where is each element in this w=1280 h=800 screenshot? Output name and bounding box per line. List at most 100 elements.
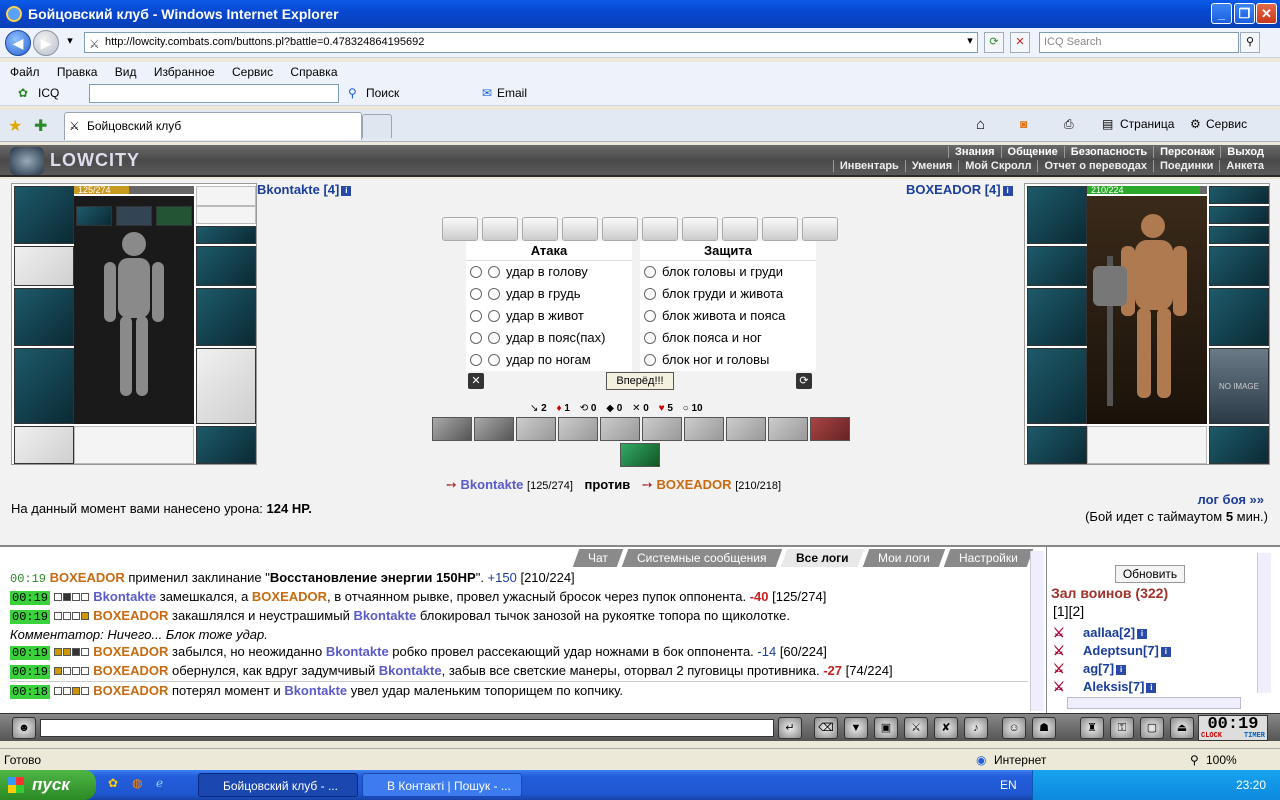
add-favorite-icon[interactable]: ✚ <box>34 116 47 136</box>
bracers-slot[interactable] <box>14 246 74 286</box>
sound-icon[interactable]: ♪ <box>964 717 988 739</box>
enemy-scroll-slots[interactable] <box>1087 426 1207 464</box>
filter-icon[interactable]: ▼ <box>844 717 868 739</box>
search-button[interactable]: Поиск <box>366 86 399 100</box>
right-info-icon[interactable]: i <box>1002 186 1013 196</box>
forward-attack-button[interactable]: Вперёд!!! <box>606 372 674 390</box>
defense-radio-3[interactable] <box>644 310 656 322</box>
stop-icon[interactable]: ✕ <box>1010 32 1030 53</box>
ie-quick-icon[interactable]: ℯ <box>156 776 163 790</box>
amulet-slot[interactable] <box>196 206 256 224</box>
keys-icon[interactable]: ⚿ <box>1110 717 1134 739</box>
attack-player-icon[interactable]: ⚔ <box>1053 643 1075 658</box>
skill-8[interactable] <box>726 417 766 441</box>
icq-search-field[interactable] <box>89 84 339 103</box>
task-ie[interactable]: Бойцовский клуб - ... <box>198 773 358 797</box>
mask-icon[interactable]: ☗ <box>1032 717 1056 739</box>
scroll-slot-1[interactable] <box>442 217 478 241</box>
pants-slot[interactable] <box>196 348 256 424</box>
scroll-slot-9[interactable] <box>762 217 798 241</box>
close-window-button[interactable]: ✕ <box>1256 3 1277 24</box>
nav-character[interactable]: Персонаж <box>1153 146 1221 158</box>
attack-belly-radio-1[interactable] <box>470 310 482 322</box>
helmet-slot[interactable] <box>14 186 74 244</box>
nav-communication[interactable]: Общение <box>1000 146 1064 158</box>
nav-security[interactable]: Безопасность <box>1063 146 1154 158</box>
weapon-slot[interactable] <box>14 288 74 346</box>
defense-radio-5[interactable] <box>644 354 656 366</box>
scroll-slot-7[interactable] <box>682 217 718 241</box>
player-item[interactable]: ⚔ aallaa[2] i <box>1053 625 1148 640</box>
boots-slot[interactable] <box>196 426 256 464</box>
rune-slot-3[interactable] <box>156 206 192 226</box>
player-item[interactable]: ⚔ Aleksis[7] i <box>1053 679 1157 694</box>
eraser-icon[interactable]: ⌫ <box>814 717 838 739</box>
menu-tools[interactable]: Сервис <box>232 65 273 79</box>
right-player-name[interactable]: BOXEADOR [4] i <box>906 182 1013 197</box>
vs-right-name[interactable]: BOXEADOR <box>656 477 731 492</box>
player-info-icon[interactable]: i <box>1146 683 1157 693</box>
refresh-players-button[interactable]: Обновить <box>1115 565 1185 583</box>
favorites-star-icon[interactable]: ★ <box>8 116 22 136</box>
back-button[interactable]: ◀ <box>5 30 31 56</box>
skill-11[interactable] <box>620 443 660 467</box>
game-logo[interactable]: LOWCITY <box>10 147 140 175</box>
rune-slot-1[interactable] <box>76 206 112 226</box>
skill-1[interactable] <box>432 417 472 441</box>
player-info-icon[interactable]: i <box>1137 629 1148 639</box>
tab-chat[interactable]: Чат <box>572 549 624 567</box>
reset-left-icon[interactable]: ✕ <box>468 373 484 389</box>
firefox-icon[interactable]: ◍ <box>132 776 142 790</box>
rings-slot[interactable] <box>196 226 256 244</box>
menu-view[interactable]: Вид <box>115 65 137 79</box>
skill-3[interactable] <box>516 417 556 441</box>
menu-help[interactable]: Справка <box>290 65 337 79</box>
page-menu-button[interactable]: Страница <box>1120 117 1174 131</box>
rune-slot-2[interactable] <box>116 206 152 226</box>
home-icon[interactable]: ⌂ <box>976 116 985 133</box>
tab-settings[interactable]: Настройки <box>943 549 1034 567</box>
quicklaunch-icon-1[interactable]: ✿ <box>108 776 118 790</box>
attack-chest-radio-1[interactable] <box>470 288 482 300</box>
enemy-belt-slot[interactable] <box>1027 426 1087 464</box>
zoom-level[interactable]: 100% <box>1206 749 1237 771</box>
start-button[interactable]: пуск <box>0 770 96 800</box>
bag-icon[interactable]: ♜ <box>1080 717 1104 739</box>
minimize-button[interactable]: _ <box>1211 3 1232 24</box>
attack-legs-radio-2[interactable] <box>488 354 500 366</box>
attack-head-radio-1[interactable] <box>470 266 482 278</box>
nav-inventory[interactable]: Инвентарь <box>832 160 905 172</box>
attack-groin-radio-2[interactable] <box>488 332 500 344</box>
menu-favorites[interactable]: Избранное <box>154 65 215 79</box>
enemy-rings-slot[interactable] <box>1209 226 1269 244</box>
player-pages[interactable]: [1][2] <box>1053 603 1084 619</box>
attack-head-radio-2[interactable] <box>488 266 500 278</box>
send-icon[interactable]: ↵ <box>778 717 802 739</box>
attack-player-icon[interactable]: ⚔ <box>1053 679 1075 694</box>
search-go-icon[interactable]: ⚲ <box>1240 32 1260 53</box>
attack-chest-radio-2[interactable] <box>488 288 500 300</box>
fighter-icon[interactable]: ⚔ <box>904 717 928 739</box>
icq-button[interactable]: ICQ <box>38 86 59 100</box>
enemy-weapon-slot[interactable] <box>1027 288 1087 346</box>
tab-all-logs[interactable]: Все логи <box>780 549 865 567</box>
tab-system[interactable]: Системные сообщения <box>622 549 783 567</box>
exit-icon[interactable]: ⏏ <box>1170 717 1194 739</box>
enemy-offhand-slot[interactable] <box>1209 288 1269 346</box>
scroll-slots[interactable] <box>74 426 194 464</box>
url-dropdown-icon[interactable]: ▾ <box>960 32 980 53</box>
scroll-slot-5[interactable] <box>602 217 638 241</box>
enemy-helmet-slot[interactable] <box>1027 186 1087 244</box>
nav-scroll[interactable]: Мой Скролл <box>958 160 1038 172</box>
side-vscrollbar[interactable] <box>1257 553 1271 693</box>
attack-legs-radio-1[interactable] <box>470 354 482 366</box>
skill-5[interactable] <box>600 417 640 441</box>
scroll-slot-6[interactable] <box>642 217 678 241</box>
scroll-slot-8[interactable] <box>722 217 758 241</box>
scroll-slot-2[interactable] <box>482 217 518 241</box>
nav-knowledge[interactable]: Знания <box>948 146 1001 158</box>
forward-button[interactable]: ▶ <box>33 30 59 56</box>
defense-radio-2[interactable] <box>644 288 656 300</box>
defense-radio-4[interactable] <box>644 332 656 344</box>
player-info-icon[interactable]: i <box>1116 665 1127 675</box>
